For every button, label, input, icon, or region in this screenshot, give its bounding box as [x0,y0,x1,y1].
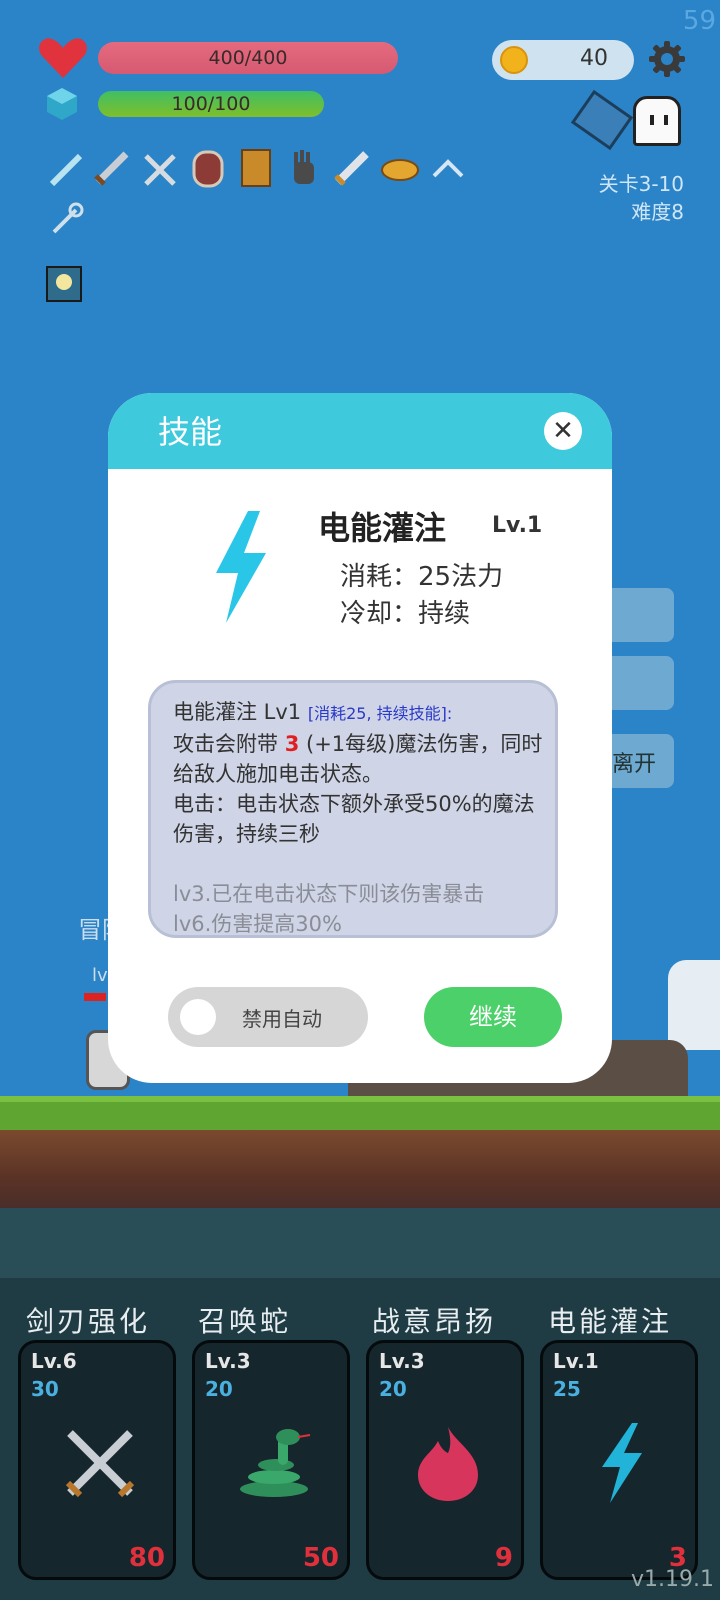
desc-effect-a: 攻击会附带 [173,732,278,756]
card-level: Lv.1 [553,1349,599,1373]
mana-gem-icon [47,88,77,120]
skill-cooldown: 冷却：持续 [340,599,471,629]
skill-description-box[interactable]: 电能灌注 Lv1 [消耗25, 持续技能]: 攻击会附带 3 (+1每级)魔法伤… [148,680,558,938]
desc-lv3: lv3.已在电击状态下则该伤害暴击 [173,882,485,906]
skill-cost: 消耗：25法力 [340,562,504,592]
fps-counter: 59 [682,6,716,36]
sword-icon[interactable] [92,148,132,188]
adventurer-hp-bar [84,993,106,1001]
card-count: 9 [494,1543,513,1573]
toggle-label: 禁用自动 [242,1007,322,1031]
map-item-icon[interactable] [570,89,634,151]
book-icon[interactable] [236,148,276,188]
lightbulb-buff-icon[interactable] [46,266,82,302]
skill-title-2: 召唤蛇 [198,1305,292,1338]
skill-card-snake[interactable]: Lv.3 20 50 [192,1340,350,1580]
card-mana: 25 [553,1377,581,1401]
desc-shock: 电击：电击状态下额外承受50%的魔法伤害，持续三秒 [173,792,535,846]
hp-bar: 400/400 [98,42,398,74]
card-level: Lv.3 [379,1349,425,1373]
cloud [668,960,720,1050]
desc-lv6: lv6.伤害提高30% [173,912,342,936]
disable-auto-toggle[interactable]: 禁用自动 [168,987,368,1047]
skill-description: 电能灌注 Lv1 [消耗25, 持续技能]: 攻击会附带 3 (+1每级)魔法伤… [173,697,543,936]
skill-name: 电能灌注 [318,509,447,547]
card-count: 50 [302,1543,339,1573]
desc-damage-value: 3 [284,732,300,756]
bread-icon[interactable] [380,150,420,190]
desc-tag: [消耗25, 持续技能]: [307,704,453,723]
lightning-icon [216,511,266,623]
dirt-ground [0,1130,720,1208]
card-count: 80 [128,1543,165,1573]
skill-dialog: 技能 ✕ 电能灌注 Lv.1 消耗：25法力 冷却：持续 电能灌注 Lv1 [消… [108,393,612,1083]
crossed-swords-icon[interactable] [140,150,180,190]
skill-card-electric[interactable]: Lv.1 25 3 [540,1340,698,1580]
ghost-pet-icon[interactable] [633,96,681,146]
lightning-icon [602,1423,642,1503]
skill-card-blade[interactable]: Lv.6 30 80 [18,1340,176,1580]
snake-icon [240,1429,311,1497]
coin-counter: 40 [492,40,634,80]
safety-pin-icon[interactable] [46,200,86,240]
skill-card-fighting-spirit[interactable]: Lv.3 20 9 [366,1340,524,1580]
skill-title-3: 战意昂扬 [372,1305,497,1338]
card-mana: 20 [379,1377,407,1401]
difficulty-label: 难度8 [631,200,684,224]
skill-title-4: 电能灌注 [548,1305,673,1338]
door-icon[interactable] [188,148,228,188]
dialog-title: 技能 [158,413,223,451]
leave-button-label: 离开 [612,752,657,777]
adventurer-level: lv [92,965,108,986]
close-button[interactable]: ✕ [544,412,582,450]
skill-title-1: 剑刃强化 [26,1305,151,1338]
coin-value: 40 [580,46,608,71]
scalpel-icon[interactable] [46,150,86,190]
mp-bar: 100/100 [98,91,324,117]
crossed-swords-icon [65,1430,135,1498]
flame-icon [418,1427,478,1501]
card-mana: 30 [31,1377,59,1401]
gear-icon[interactable] [648,40,686,78]
greatsword-icon[interactable] [332,148,372,188]
toggle-knob [180,999,216,1035]
card-level: Lv.6 [31,1349,77,1373]
version-label: v1.19.1 [631,1567,714,1592]
continue-button[interactable]: 继续 [424,987,562,1047]
card-level: Lv.3 [205,1349,251,1373]
card-mana: 20 [205,1377,233,1401]
water-strip [0,1208,720,1278]
stage-label: 关卡3-10 [598,172,684,196]
chevron-up-icon[interactable] [428,150,468,190]
skill-level: Lv.1 [492,513,543,538]
hand-icon[interactable] [284,148,324,188]
heart-icon [39,38,87,78]
desc-skill-name: 电能灌注 Lv1 [173,700,302,724]
stage-info: 关卡3-10 难度8 [599,170,684,226]
coin-icon [500,46,528,74]
